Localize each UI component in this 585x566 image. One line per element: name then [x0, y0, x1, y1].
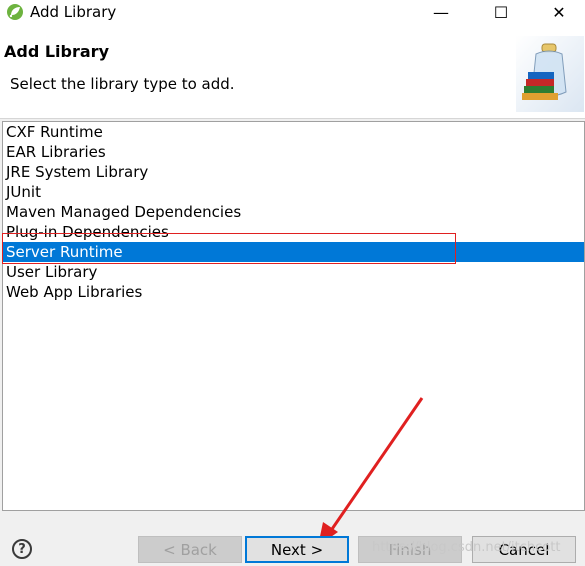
maximize-button[interactable]: ☐ — [472, 0, 530, 24]
maximize-icon: ☐ — [493, 2, 509, 22]
page-description: Select the library type to add. — [10, 75, 235, 93]
page-title: Add Library — [4, 42, 109, 61]
close-icon: ✕ — [552, 2, 566, 22]
minimize-icon: — — [433, 2, 449, 22]
next-button[interactable]: Next > — [245, 536, 349, 563]
wizard-header: Add Library Select the library type to a… — [0, 24, 585, 119]
help-button[interactable]: ? — [12, 539, 32, 559]
list-item-jre-system-library[interactable]: JRE System Library — [3, 162, 584, 182]
close-button[interactable]: ✕ — [530, 0, 585, 24]
list-item-maven-managed-dependencies[interactable]: Maven Managed Dependencies — [3, 202, 584, 222]
list-item-cxf-runtime[interactable]: CXF Runtime — [3, 122, 584, 142]
library-jar-books-icon — [516, 36, 584, 112]
help-icon: ? — [18, 541, 26, 557]
list-item-server-runtime[interactable]: Server Runtime — [3, 242, 584, 262]
spring-leaf-icon — [7, 4, 23, 20]
library-type-list[interactable]: CXF Runtime EAR Libraries JRE System Lib… — [2, 121, 585, 511]
list-item-user-library[interactable]: User Library — [3, 262, 584, 282]
list-item-plug-in-dependencies[interactable]: Plug-in Dependencies — [3, 222, 584, 242]
list-item-web-app-libraries[interactable]: Web App Libraries — [3, 282, 584, 302]
cancel-button[interactable]: Cancel — [472, 536, 576, 563]
back-button[interactable]: < Back — [138, 536, 242, 563]
title-bar: Add Library — ☐ ✕ — [0, 0, 585, 24]
minimize-button[interactable]: — — [412, 0, 470, 24]
list-item-ear-libraries[interactable]: EAR Libraries — [3, 142, 584, 162]
finish-button[interactable]: Finish — [358, 536, 462, 563]
list-item-junit[interactable]: JUnit — [3, 182, 584, 202]
window-title: Add Library — [30, 3, 117, 21]
